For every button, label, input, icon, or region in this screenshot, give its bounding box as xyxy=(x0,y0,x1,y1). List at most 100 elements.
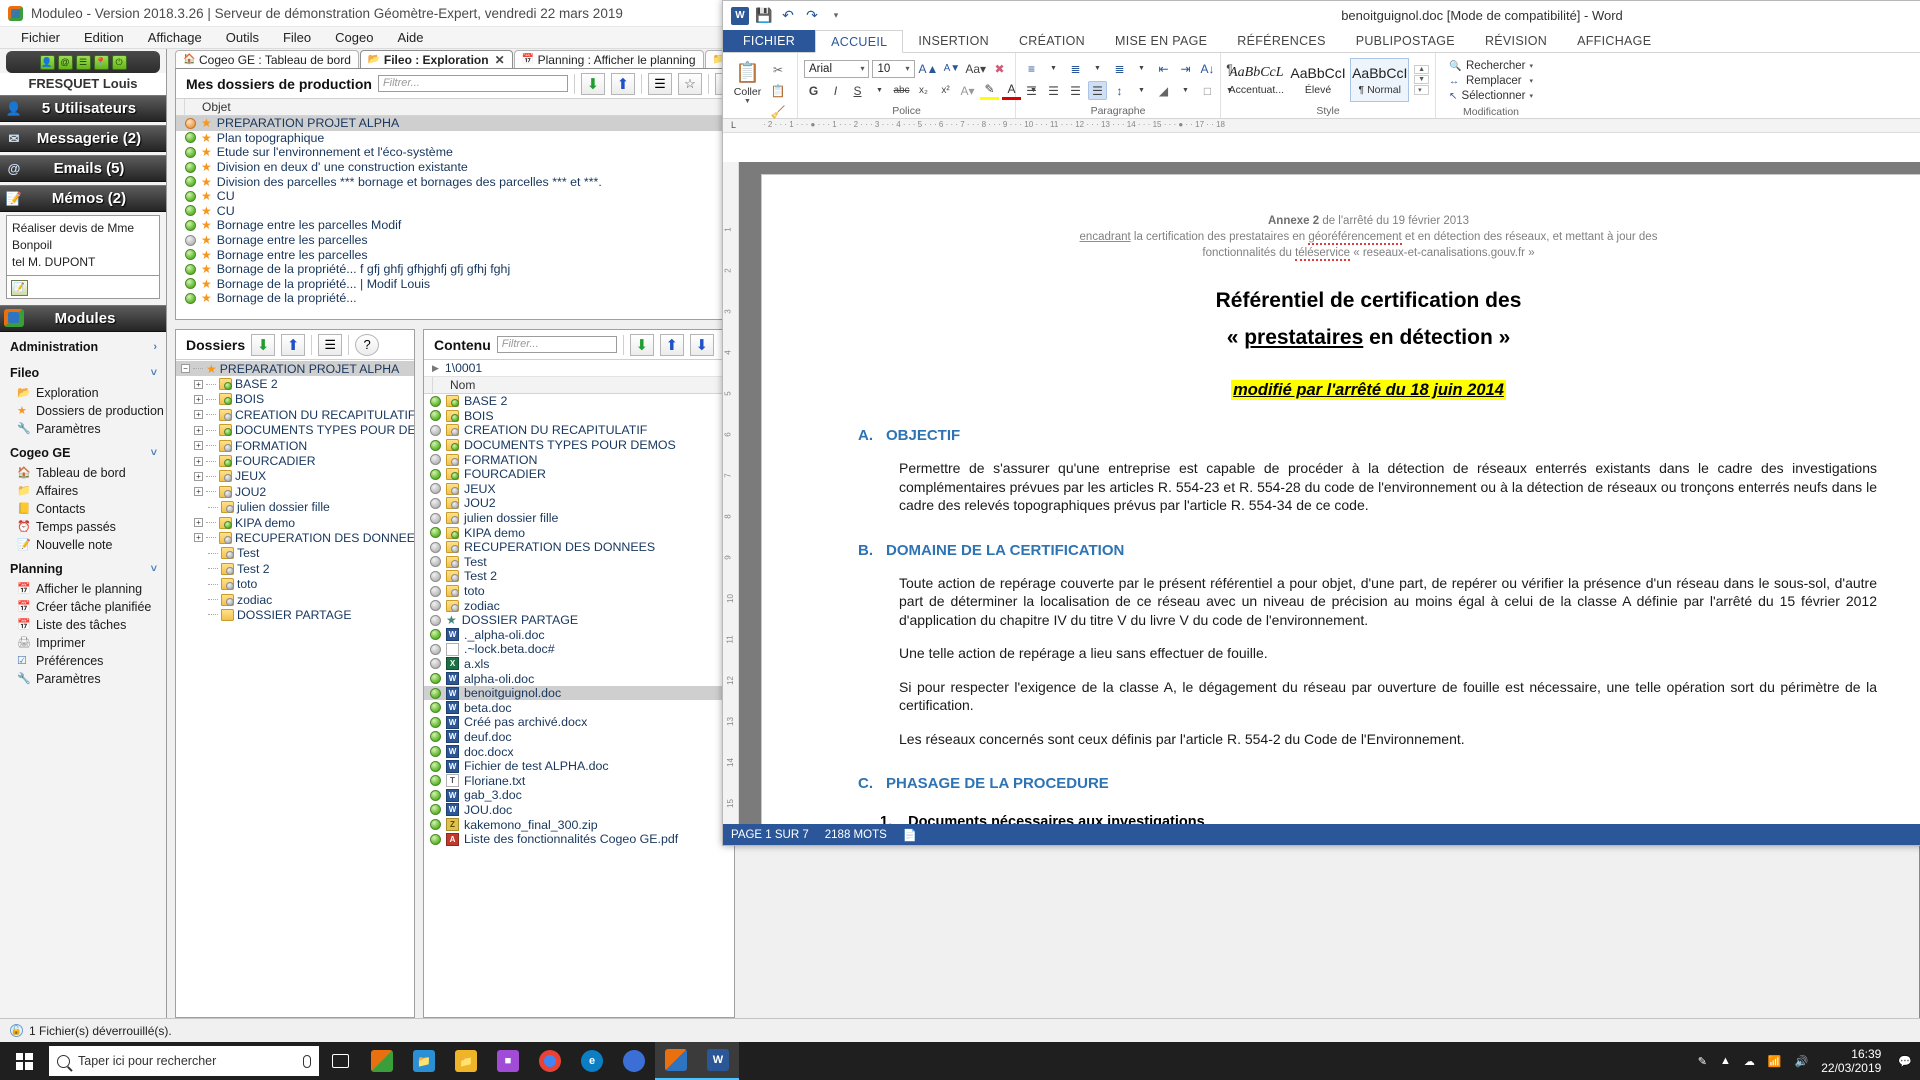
list-item[interactable]: FORMATION xyxy=(424,452,734,467)
sidebar-item-liste-des-t-ches[interactable]: 📅 Liste des tâches xyxy=(0,616,166,634)
contenu-list[interactable]: BASE 2 BOIS CREATION DU RECAPITULATIF DOCUM… xyxy=(424,394,734,1017)
chevron-down-icon[interactable]: ▾ xyxy=(1529,62,1533,70)
copy-icon[interactable]: 📋 xyxy=(769,81,788,100)
taskbar-app-word[interactable]: W xyxy=(697,1042,739,1080)
list-item[interactable]: W Créé pas archivé.docx xyxy=(424,715,734,730)
list-item[interactable]: Xa.xls xyxy=(424,657,734,672)
style--lev-[interactable]: AaBbCcI Élevé xyxy=(1289,58,1348,102)
list-view-icon[interactable]: ☰ xyxy=(318,333,343,356)
sidebar-bar-users[interactable]: 👤 5 Utilisateurs xyxy=(0,95,166,122)
ribbon-tab-mise-en-page[interactable]: MISE EN PAGE xyxy=(1100,29,1222,52)
increase-font-size-icon[interactable]: A▲ xyxy=(918,59,940,78)
sidebar-group-cogeo-ge[interactable]: Cogeo GE ˅ xyxy=(0,438,166,464)
taskbar-app-explorer[interactable]: 📁 xyxy=(403,1042,445,1080)
ribbon-tab-r-f-rences[interactable]: RÉFÉRENCES xyxy=(1222,29,1340,52)
menu-item-affichage[interactable]: Affichage xyxy=(137,28,213,47)
underline-icon[interactable]: S xyxy=(848,81,867,100)
chevron-icon[interactable]: ˅ xyxy=(151,563,157,575)
sidebar-item-tableau-de-bord[interactable]: 🏠 Tableau de bord xyxy=(0,464,166,482)
numbered-list-icon[interactable]: ≣ xyxy=(1066,59,1085,78)
system-tray[interactable]: ✎ ▲ ☁ 📶 🔊 16:39 22/03/2019 💬 xyxy=(1698,1047,1920,1075)
note-add-icon[interactable]: 📝 xyxy=(11,279,28,296)
tree-root[interactable]: − ★ PREPARATION PROJET ALPHA xyxy=(176,361,414,377)
proofing-icon[interactable]: 📄 xyxy=(903,828,917,842)
production-filter-input[interactable]: Filtrer... xyxy=(377,75,568,92)
italic-icon[interactable]: I xyxy=(826,81,845,100)
dossiers-tree[interactable]: − ★ PREPARATION PROJET ALPHA + BASE 2 + BOIS + C… xyxy=(176,360,414,1017)
expand-icon[interactable]: + xyxy=(194,471,203,481)
expand-icon[interactable]: + xyxy=(194,533,203,543)
taskbar-app-chrome[interactable] xyxy=(529,1042,571,1080)
sidebar-item-affaires[interactable]: 📁 Affaires xyxy=(0,482,166,500)
microphone-icon[interactable] xyxy=(303,1054,311,1068)
taskbar-clock[interactable]: 16:39 22/03/2019 xyxy=(1821,1047,1885,1075)
taskbar-app-store[interactable]: ■ xyxy=(487,1042,529,1080)
tab-cogeo-ge-tableau-de-bord[interactable]: 🏠 Cogeo GE : Tableau de bord xyxy=(175,50,359,68)
list-item[interactable]: A Liste des fonctionnalités Cogeo GE.pdf xyxy=(424,832,734,847)
list-item[interactable]: .~lock.beta.doc# xyxy=(424,642,734,657)
sélectionner-button[interactable]: ↖ Sélectionner ▾ xyxy=(1446,89,1536,103)
task-view-button[interactable] xyxy=(319,1042,361,1080)
list-item[interactable]: toto xyxy=(424,584,734,599)
list-item[interactable]: Wbenoitguignol.doc xyxy=(424,685,734,701)
close-icon[interactable]: ✕ xyxy=(495,53,505,67)
memo-toolbar[interactable]: 📝 xyxy=(6,276,160,299)
list-item[interactable]: BOIS xyxy=(424,409,734,424)
star-icon[interactable]: ☆ xyxy=(677,72,702,95)
menu-item-outils[interactable]: Outils xyxy=(215,28,270,47)
change-case-icon[interactable]: Aa▾ xyxy=(964,59,987,78)
list-item[interactable]: CREATION DU RECAPITULATIF xyxy=(424,423,734,438)
chevron-down-icon[interactable]: ▼ xyxy=(744,98,751,105)
tree-item[interactable]: + BASE 2 xyxy=(176,376,414,391)
menu-item-edition[interactable]: Edition xyxy=(73,28,135,47)
horizontal-ruler[interactable]: L · 2 · · · 1 · · · ● · · · 1 · · · 2 · … xyxy=(723,119,1920,133)
rechercher-button[interactable]: 🔍 Rechercher ▾ xyxy=(1446,59,1536,73)
list-item[interactable]: Wdeuf.doc xyxy=(424,730,734,745)
sidebar-bar-email[interactable]: @ Emails (5) xyxy=(0,155,166,182)
chevron-up-icon[interactable]: ▲ xyxy=(1720,1055,1731,1067)
list-item[interactable]: KIPA demo xyxy=(424,525,734,540)
sidebar-bar-envelope[interactable]: ✉ Messagerie (2) xyxy=(0,125,166,152)
font-family-select[interactable]: Arial ▾ xyxy=(804,59,870,78)
up-arrow-icon[interactable]: ⬆ xyxy=(659,333,684,356)
help-icon[interactable]: ? xyxy=(355,333,380,356)
list-item[interactable]: DOCUMENTS TYPES POUR DEMOS xyxy=(424,438,734,453)
tree-item[interactable]: toto xyxy=(176,576,414,591)
tree-item[interactable]: + JEUX xyxy=(176,469,414,484)
list-item[interactable]: Test 2 xyxy=(424,569,734,584)
taskbar-app-edge[interactable]: e xyxy=(571,1042,613,1080)
contenu-breadcrumb[interactable]: ▶ 1\0001 xyxy=(424,360,734,377)
word-count[interactable]: 2188 MOTS xyxy=(825,829,887,841)
ribbon-tab-insertion[interactable]: INSERTION xyxy=(903,29,1004,52)
tree-item[interactable]: zodiac xyxy=(176,592,414,607)
menu-item-cogeo[interactable]: Cogeo xyxy=(324,28,384,47)
tree-item[interactable]: + FOURCADIER xyxy=(176,453,414,468)
user-icon[interactable]: 👤 xyxy=(39,54,55,70)
onedrive-icon[interactable]: ☁ xyxy=(1744,1055,1755,1068)
list-item[interactable]: julien dossier fille xyxy=(424,511,734,526)
decrease-font-size-icon[interactable]: A▼ xyxy=(942,59,961,78)
list-item[interactable]: T Floriane.txt xyxy=(424,773,734,788)
tree-item[interactable]: DOSSIER PARTAGE xyxy=(176,607,414,622)
list-item[interactable]: RECUPERATION DES DONNEES xyxy=(424,540,734,555)
align-right-icon[interactable]: ☰ xyxy=(1066,81,1085,100)
notifications-icon[interactable]: 💬 xyxy=(1898,1055,1912,1068)
bold-icon[interactable]: G xyxy=(804,81,823,100)
tree-item[interactable]: + BOIS xyxy=(176,392,414,407)
remplacer-button[interactable]: ↔ Remplacer ▾ xyxy=(1446,74,1536,88)
page-indicator[interactable]: PAGE 1 SUR 7 xyxy=(731,829,809,841)
sidebar-item-cr-er-t-che-planifi-e[interactable]: 📅 Créer tâche planifiée xyxy=(0,598,166,616)
list-item[interactable]: BASE 2 xyxy=(424,394,734,409)
sidebar-item-dossiers-de-production[interactable]: ★ Dossiers de production xyxy=(0,402,166,420)
chevron-right-icon[interactable]: ▶ xyxy=(432,363,439,374)
ribbon-tab-fichier[interactable]: FICHIER xyxy=(723,29,816,52)
up-arrow-icon[interactable]: ⬆ xyxy=(610,72,635,95)
style-accentuat-[interactable]: AaBbCcL Accentuat... xyxy=(1227,58,1286,102)
tree-item[interactable]: Test xyxy=(176,546,414,561)
sidebar-item-imprimer[interactable]: 🖨 Imprimer xyxy=(0,634,166,652)
tree-item[interactable]: + DOCUMENTS TYPES POUR DEMOS xyxy=(176,423,414,438)
tree-item[interactable]: + KIPA demo xyxy=(176,515,414,530)
list-item[interactable]: JEUX xyxy=(424,482,734,497)
styles-scroll-up-icon[interactable]: ▲ xyxy=(1414,65,1429,74)
pen-icon[interactable]: ✎ xyxy=(1698,1055,1707,1068)
